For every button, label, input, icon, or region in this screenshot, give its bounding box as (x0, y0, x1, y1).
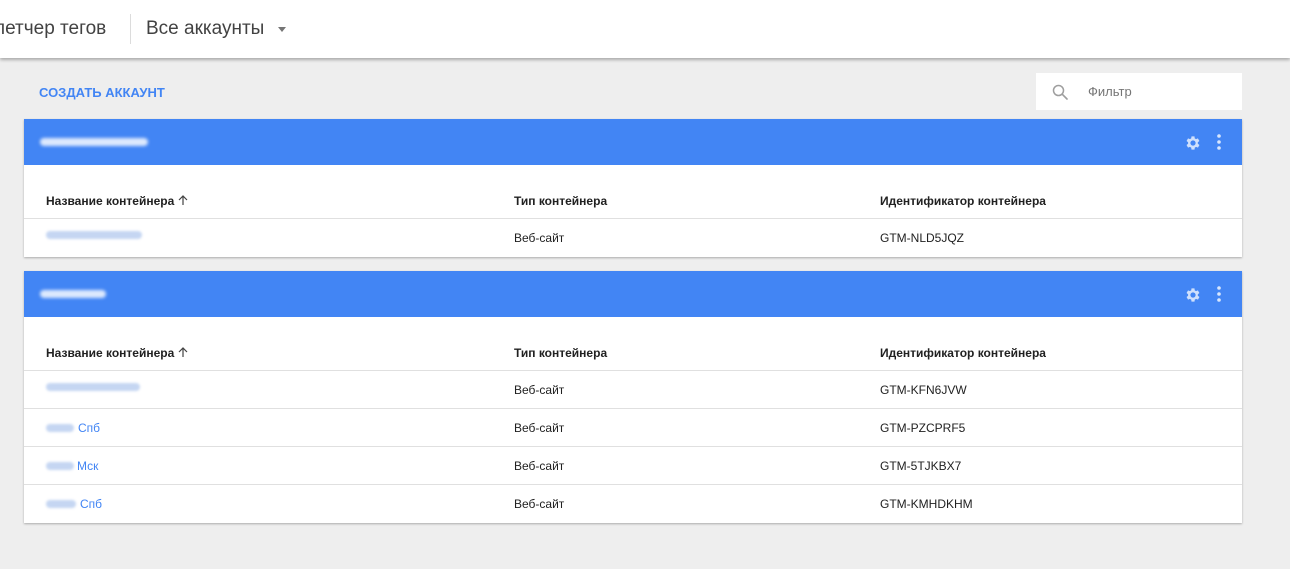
container-type: Веб-сайт (514, 497, 565, 511)
gear-icon[interactable] (1184, 134, 1202, 152)
topbar-divider (130, 14, 131, 44)
account-card-header (24, 119, 1242, 165)
container-type: Веб-сайт (514, 383, 565, 397)
container-name-suffix: Спб (78, 421, 101, 435)
container-name-redacted (46, 462, 74, 470)
column-header-type[interactable]: Тип контейнера (514, 194, 607, 208)
container-name-redacted (46, 500, 76, 508)
container-id: GTM-NLD5JQZ (880, 231, 964, 245)
container-type: Веб-сайт (514, 459, 565, 473)
container-name-suffix: Спб (80, 497, 103, 511)
table-row[interactable]: Веб-сайт GTM-KFN6JVW (24, 371, 1242, 409)
search-icon (1052, 84, 1068, 100)
account-switcher-label: Все аккаунты (146, 18, 265, 39)
more-vert-icon[interactable] (1216, 133, 1222, 151)
filter-input[interactable] (1086, 83, 1226, 100)
table-row[interactable]: Мск Веб-сайт GTM-5TJKBX7 (24, 447, 1242, 485)
column-header-id[interactable]: Идентификатор контейнера (880, 194, 1046, 208)
column-header-name-label: Название контейнера (46, 194, 175, 208)
more-vert-icon[interactable] (1216, 285, 1222, 303)
container-name-link[interactable] (46, 231, 142, 239)
account-card: Название контейнера Тип контейнера Идент… (24, 271, 1242, 523)
column-header-name[interactable]: Название контейнера (46, 346, 188, 360)
container-id: GTM-5TJKBX7 (880, 459, 962, 473)
container-name-link[interactable]: Спб (46, 421, 100, 435)
gear-icon[interactable] (1184, 286, 1202, 304)
account-card-header (24, 271, 1242, 317)
container-id: GTM-KFN6JVW (880, 383, 967, 397)
caret-down-icon (278, 26, 287, 32)
container-name-redacted (46, 424, 74, 432)
column-header-name[interactable]: Название контейнера (46, 194, 188, 208)
account-name-redacted (40, 290, 106, 298)
top-app-bar: летчер тегов Все аккаунты (0, 0, 1290, 58)
container-name-link[interactable]: Спб (46, 497, 102, 511)
account-card: Название контейнера Тип контейнера Идент… (24, 119, 1242, 257)
arrow-up-icon (178, 347, 188, 357)
container-type: Веб-сайт (514, 231, 565, 245)
container-table-header: Название контейнера Тип контейнера Идент… (24, 165, 1242, 219)
column-header-name-label: Название контейнера (46, 346, 175, 360)
account-switcher[interactable]: Все аккаунты (146, 18, 287, 40)
table-row[interactable]: Спб Веб-сайт GTM-KMHDKHM (24, 485, 1242, 523)
container-type: Веб-сайт (514, 421, 565, 435)
filter-box (1036, 73, 1242, 110)
arrow-up-icon (178, 195, 188, 205)
table-row[interactable]: Веб-сайт GTM-NLD5JQZ (24, 219, 1242, 257)
create-account-button[interactable]: СОЗДАТЬ АККАУНТ (39, 85, 165, 100)
container-table-header: Название контейнера Тип контейнера Идент… (24, 317, 1242, 371)
container-name-link[interactable]: Мск (46, 459, 98, 473)
app-title: летчер тегов (0, 18, 107, 39)
container-id: GTM-KMHDKHM (880, 497, 973, 511)
table-row[interactable]: Спб Веб-сайт GTM-PZCPRF5 (24, 409, 1242, 447)
container-name-suffix: Мск (77, 459, 99, 473)
column-header-id[interactable]: Идентификатор контейнера (880, 346, 1046, 360)
account-name-redacted (40, 138, 148, 146)
container-name-redacted (46, 383, 140, 391)
container-name-redacted (46, 231, 142, 239)
container-name-link[interactable] (46, 383, 140, 391)
container-id: GTM-PZCPRF5 (880, 421, 966, 435)
column-header-type[interactable]: Тип контейнера (514, 346, 607, 360)
